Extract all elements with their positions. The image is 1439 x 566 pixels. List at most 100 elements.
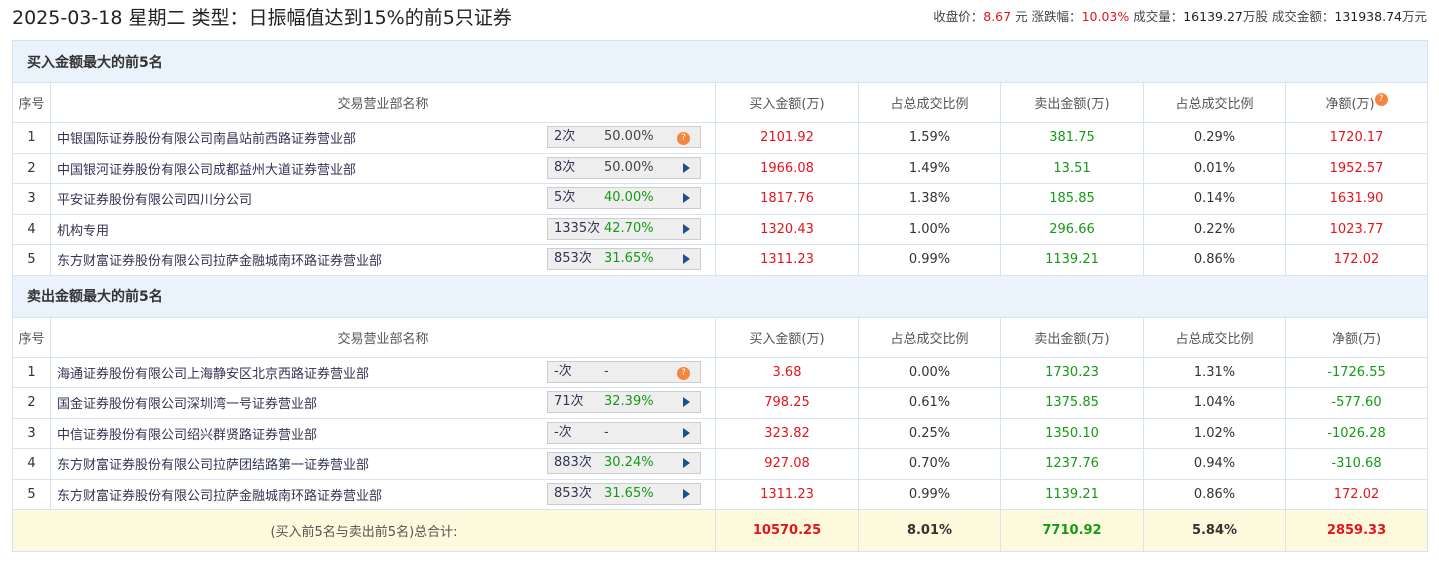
expand-arrow-icon[interactable]: [683, 162, 690, 173]
buy-ratio: 0.00%: [858, 356, 1001, 388]
expand-arrow-icon[interactable]: [683, 254, 690, 264]
broker-stats-badge[interactable]: 8次 50.00%: [547, 156, 701, 179]
broker-name[interactable]: 中国银河证券股份有限公司成都益州大道证券营业部: [57, 163, 356, 178]
broker-cell: 中国银河证券股份有限公司成都益州大道证券营业部 8次 50.00%: [50, 152, 716, 184]
win-rate: 31.65%: [604, 251, 654, 266]
question-icon[interactable]: ?: [677, 132, 690, 145]
column-header: 交易营业部名称: [50, 316, 716, 358]
expand-arrow-icon[interactable]: [683, 397, 690, 407]
broker-name[interactable]: 东方财富证券股份有限公司拉萨金融城南环路证券营业部: [57, 489, 382, 504]
total-row: (买入前5名与卖出前5名)总合计: 10570.25 8.01% 7710.92 5.8…: [12, 509, 1429, 552]
column-header: 净额(万): [1284, 316, 1429, 358]
row-number: 4: [12, 448, 51, 480]
row-number: 1: [12, 122, 51, 154]
amount-label: 成交金额：: [1271, 9, 1335, 24]
win-rate: 32.39%: [604, 394, 654, 409]
net-amount: 1631.90: [1284, 183, 1429, 215]
broker-cell: 中银国际证券股份有限公司南昌站前西路证券营业部 2次 50.00%?: [50, 122, 716, 154]
broker-stats-badge[interactable]: 5次 40.00%: [547, 187, 701, 209]
broker-name[interactable]: 东方财富证券股份有限公司拉萨金融城南环路证券营业部: [57, 254, 382, 269]
buy-amount: 798.25: [715, 387, 859, 419]
buy-amount: 1311.23: [715, 244, 859, 276]
amount-unit: 万元: [1401, 9, 1427, 24]
sell-ratio: 1.02%: [1143, 417, 1286, 449]
broker-name[interactable]: 国金证券股份有限公司深圳湾一号证券营业部: [57, 397, 317, 412]
listing-count: 71次: [554, 394, 584, 409]
broker-cell: 机构专用 1335次 42.70%: [50, 213, 716, 245]
broker-name[interactable]: 平安证券股份有限公司四川分公司: [57, 193, 252, 208]
broker-name[interactable]: 中信证券股份有限公司绍兴群贤路证券营业部: [57, 428, 317, 443]
broker-stats-badge[interactable]: 2次 50.00%?: [547, 126, 701, 148]
broker-stats-badge[interactable]: 1335次 42.70%: [547, 217, 701, 240]
row-number: 3: [12, 417, 51, 449]
table-row: 3 中信证券股份有限公司绍兴群贤路证券营业部 -次 - 323.82 0.25% …: [12, 417, 1429, 449]
expand-arrow-icon[interactable]: [683, 223, 690, 234]
sell-amount: 185.85: [1000, 183, 1144, 215]
table-row: 5 东方财富证券股份有限公司拉萨金融城南环路证券营业部 853次 31.65% 1…: [12, 478, 1429, 510]
column-header: 占总成交比例: [1143, 82, 1286, 123]
listing-count: 853次: [554, 485, 592, 501]
broker-stats-badge[interactable]: 883次 30.24%: [547, 452, 701, 474]
sell-ratio: 0.22%: [1143, 213, 1286, 245]
question-icon[interactable]: ?: [1374, 93, 1388, 106]
buy-ratio: 1.59%: [858, 122, 1001, 154]
table-row: 4 机构专用 1335次 42.70% 1320.43 1.00% 296.66 …: [12, 213, 1429, 245]
win-rate: -: [604, 424, 609, 440]
net-amount: 172.02: [1284, 478, 1429, 510]
row-number: 5: [12, 478, 51, 510]
broker-name[interactable]: 机构专用: [57, 224, 109, 239]
broker-stats-badge[interactable]: -次 -: [547, 421, 701, 444]
question-icon[interactable]: ?: [677, 366, 690, 380]
net-amount: 172.02: [1284, 244, 1429, 276]
win-rate: 50.00%: [604, 159, 654, 175]
expand-arrow-icon[interactable]: [683, 488, 690, 499]
broker-cell: 东方财富证券股份有限公司拉萨团结路第一证券营业部 883次 30.24%: [50, 448, 716, 480]
column-header: 序号: [12, 316, 51, 358]
row-number: 5: [12, 244, 51, 276]
sell-amount: 1375.85: [1000, 387, 1144, 419]
net-amount: -1026.28: [1284, 417, 1429, 449]
broker-name[interactable]: 东方财富证券股份有限公司拉萨团结路第一证券营业部: [57, 458, 369, 473]
listing-count: 1335次: [554, 220, 601, 236]
net-amount: -310.68: [1284, 448, 1429, 480]
column-header: 占总成交比例: [1143, 316, 1286, 358]
buy-amount: 1320.43: [715, 213, 859, 245]
buy-amount: 1311.23: [715, 478, 859, 510]
sell-ratio: 0.01%: [1143, 152, 1286, 184]
expand-arrow-icon[interactable]: [683, 193, 690, 203]
expand-arrow-icon[interactable]: [683, 458, 690, 468]
buy-ratio: 1.00%: [858, 213, 1001, 245]
broker-stats-badge[interactable]: -次 -?: [547, 360, 701, 383]
total-label: (买入前5名与卖出前5名)总合计:: [12, 509, 716, 552]
section-header: 卖出金额最大的前5名: [11, 274, 1429, 318]
broker-name[interactable]: 海通证券股份有限公司上海静安区北京西路证券营业部: [57, 367, 369, 382]
broker-cell: 东方财富证券股份有限公司拉萨金融城南环路证券营业部 853次 31.65%: [50, 244, 716, 276]
total-sell: 7710.92: [1000, 509, 1144, 552]
dragon-tiger-table: 买入金额最大的前5名 序号 交易营业部名称 买入金额(万) 占总成交比例 卖出金额(万) 占…: [11, 40, 1429, 552]
win-rate: 50.00%: [604, 129, 654, 144]
listing-count: 853次: [554, 251, 592, 266]
broker-name[interactable]: 中银国际证券股份有限公司南昌站前西路证券营业部: [57, 132, 356, 147]
expand-arrow-icon[interactable]: [683, 427, 690, 438]
listing-count: -次: [554, 363, 572, 379]
broker-cell: 平安证券股份有限公司四川分公司 5次 40.00%: [50, 183, 716, 215]
column-header: 占总成交比例: [858, 316, 1001, 358]
column-header: 卖出金额(万): [1000, 316, 1144, 358]
close-price: 8.67: [983, 9, 1012, 24]
broker-cell: 国金证券股份有限公司深圳湾一号证券营业部 71次 32.39%: [50, 387, 716, 419]
column-header: 占总成交比例: [858, 82, 1001, 123]
sell-amount: 1139.21: [1000, 244, 1144, 276]
broker-stats-badge[interactable]: 853次 31.65%: [547, 248, 701, 270]
sell-ratio: 0.29%: [1143, 122, 1286, 154]
listing-count: 2次: [554, 129, 576, 144]
buy-ratio: 1.49%: [858, 152, 1001, 184]
listing-count: 5次: [554, 190, 576, 205]
total-sell-ratio: 5.84%: [1143, 509, 1286, 552]
broker-stats-badge[interactable]: 853次 31.65%: [547, 482, 701, 505]
broker-cell: 中信证券股份有限公司绍兴群贤路证券营业部 -次 -: [50, 417, 716, 449]
buy-amount: 927.08: [715, 448, 859, 480]
broker-stats-badge[interactable]: 71次 32.39%: [547, 391, 701, 413]
win-rate: -: [604, 363, 609, 379]
change-pct: 10.03%: [1081, 9, 1130, 24]
buy-amount: 323.82: [715, 417, 859, 449]
